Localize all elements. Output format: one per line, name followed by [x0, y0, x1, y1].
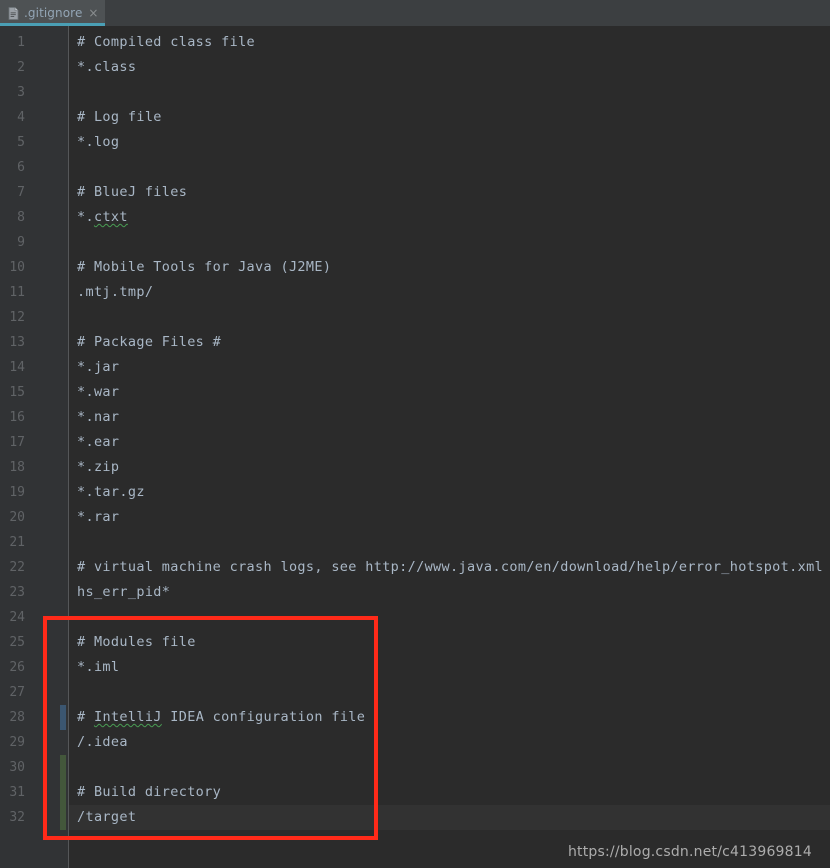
code-line-row[interactable]: 11 .mtj.tmp/	[0, 280, 830, 305]
code-line-row[interactable]: 4 # Log file	[0, 105, 830, 130]
line-number[interactable]: 25	[0, 630, 25, 655]
code-line-row[interactable]: 24	[0, 605, 830, 630]
line-number[interactable]: 15	[0, 380, 25, 405]
code-line-row[interactable]: 23 hs_err_pid*	[0, 580, 830, 605]
line-number[interactable]: 21	[0, 530, 25, 555]
line-number[interactable]: 9	[0, 230, 25, 255]
code-line-row[interactable]: 19 *.tar.gz	[0, 480, 830, 505]
code-line-text[interactable]: # Mobile Tools for Java (J2ME)	[77, 255, 331, 280]
code-line-text[interactable]: *.rar	[77, 505, 119, 530]
line-number[interactable]: 4	[0, 105, 25, 130]
spellcheck-typo: IntelliJ	[93, 709, 162, 725]
line-number[interactable]: 27	[0, 680, 25, 705]
code-line-row[interactable]: 30	[0, 755, 830, 780]
line-number[interactable]: 19	[0, 480, 25, 505]
code-line-row[interactable]: 31 # Build directory	[0, 780, 830, 805]
code-line-row[interactable]: 27	[0, 680, 830, 705]
spellcheck-typo: ctxt	[93, 209, 128, 225]
line-number[interactable]: 26	[0, 655, 25, 680]
code-line-row[interactable]: 22 # virtual machine crash logs, see http…	[0, 555, 830, 580]
line-number[interactable]: 32	[0, 805, 25, 830]
code-line-text[interactable]: hs_err_pid*	[77, 580, 170, 605]
line-number[interactable]: 3	[0, 80, 25, 105]
code-line-row[interactable]: 32/target	[0, 805, 830, 830]
code-line-row[interactable]: 5 *.log	[0, 130, 830, 155]
code-line-text[interactable]: # IntelliJ IDEA configuration file	[77, 705, 365, 730]
code-line-text[interactable]: *.tar.gz	[77, 480, 145, 505]
code-line-row[interactable]: 6	[0, 155, 830, 180]
line-number[interactable]: 8	[0, 205, 25, 230]
line-number[interactable]: 7	[0, 180, 25, 205]
code-line-text[interactable]: .mtj.tmp/	[77, 280, 153, 305]
code-line-row[interactable]: 20 *.rar	[0, 505, 830, 530]
code-line-row[interactable]: 29 /.idea	[0, 730, 830, 755]
code-line-text[interactable]: /.idea	[77, 730, 128, 755]
code-line-row[interactable]: 1 # Compiled class file	[0, 30, 830, 55]
code-editor[interactable]: 1 # Compiled class file 2 *.class 3 4 # Log fi…	[0, 26, 830, 868]
code-line-text[interactable]: *.war	[77, 380, 119, 405]
code-line-row[interactable]: 12	[0, 305, 830, 330]
code-line-row[interactable]: 8 *.ctxt	[0, 205, 830, 230]
line-number[interactable]: 16	[0, 405, 25, 430]
editor-tab-bar: .gitignore ×	[0, 0, 830, 26]
line-number[interactable]: 30	[0, 755, 25, 780]
file-icon	[8, 6, 19, 20]
code-line-text[interactable]: # BlueJ files	[77, 180, 187, 205]
line-number[interactable]: 31	[0, 780, 25, 805]
close-icon[interactable]: ×	[88, 7, 98, 19]
watermark: https://blog.csdn.net/c413969814	[567, 844, 812, 860]
code-line-row[interactable]: 28 # IntelliJ IDEA configuration file	[0, 705, 830, 730]
code-line-text[interactable]: *.nar	[77, 405, 119, 430]
line-number[interactable]: 5	[0, 130, 25, 155]
code-line-row[interactable]: 18 *.zip	[0, 455, 830, 480]
code-line-text[interactable]: *.class	[77, 55, 136, 80]
code-line-row[interactable]: 21	[0, 530, 830, 555]
code-line-text[interactable]: # Log file	[77, 105, 162, 130]
code-line-row[interactable]: 7 # BlueJ files	[0, 180, 830, 205]
line-number[interactable]: 10	[0, 255, 25, 280]
code-line-row[interactable]: 25 # Modules file	[0, 630, 830, 655]
line-number[interactable]: 2	[0, 55, 25, 80]
line-number[interactable]: 13	[0, 330, 25, 355]
code-line-text[interactable]: /target	[77, 805, 136, 830]
caret-line-highlight	[69, 805, 830, 830]
tab-gitignore[interactable]: .gitignore ×	[0, 0, 105, 26]
line-number[interactable]: 28	[0, 705, 25, 730]
line-number[interactable]: 23	[0, 580, 25, 605]
code-line-row[interactable]: 26 *.iml	[0, 655, 830, 680]
code-line-text[interactable]: # virtual machine crash logs, see http:/…	[77, 555, 823, 580]
code-line-row[interactable]: 3	[0, 80, 830, 105]
line-number[interactable]: 17	[0, 430, 25, 455]
line-number[interactable]: 24	[0, 605, 25, 630]
code-line-row[interactable]: 10 # Mobile Tools for Java (J2ME)	[0, 255, 830, 280]
line-number[interactable]: 20	[0, 505, 25, 530]
code-line-row[interactable]: 16 *.nar	[0, 405, 830, 430]
code-line-row[interactable]: 13 # Package Files #	[0, 330, 830, 355]
code-line-row[interactable]: 9	[0, 230, 830, 255]
code-line-row[interactable]: 15 *.war	[0, 380, 830, 405]
line-number[interactable]: 11	[0, 280, 25, 305]
code-line-row[interactable]: 17 *.ear	[0, 430, 830, 455]
code-line-text[interactable]: *.jar	[77, 355, 119, 380]
line-number[interactable]: 22	[0, 555, 25, 580]
code-line-text[interactable]: # Compiled class file	[77, 30, 255, 55]
code-line-text[interactable]: *.zip	[77, 455, 119, 480]
code-line-text[interactable]: *.iml	[77, 655, 119, 680]
line-number[interactable]: 29	[0, 730, 25, 755]
line-number[interactable]: 6	[0, 155, 25, 180]
line-number[interactable]: 18	[0, 455, 25, 480]
line-number[interactable]: 1	[0, 30, 25, 55]
code-line-text[interactable]: # Package Files #	[77, 330, 221, 355]
line-number[interactable]: 12	[0, 305, 25, 330]
code-line-text[interactable]: # Build directory	[77, 780, 221, 805]
code-line-text[interactable]: *.log	[77, 130, 119, 155]
code-line-text[interactable]: # Modules file	[77, 630, 196, 655]
code-line-text[interactable]: *.ear	[77, 430, 119, 455]
tab-label: .gitignore	[24, 6, 83, 20]
code-line-row[interactable]: 2 *.class	[0, 55, 830, 80]
code-line-text[interactable]: *.ctxt	[77, 205, 128, 230]
line-number[interactable]: 14	[0, 355, 25, 380]
code-line-row[interactable]: 14 *.jar	[0, 355, 830, 380]
